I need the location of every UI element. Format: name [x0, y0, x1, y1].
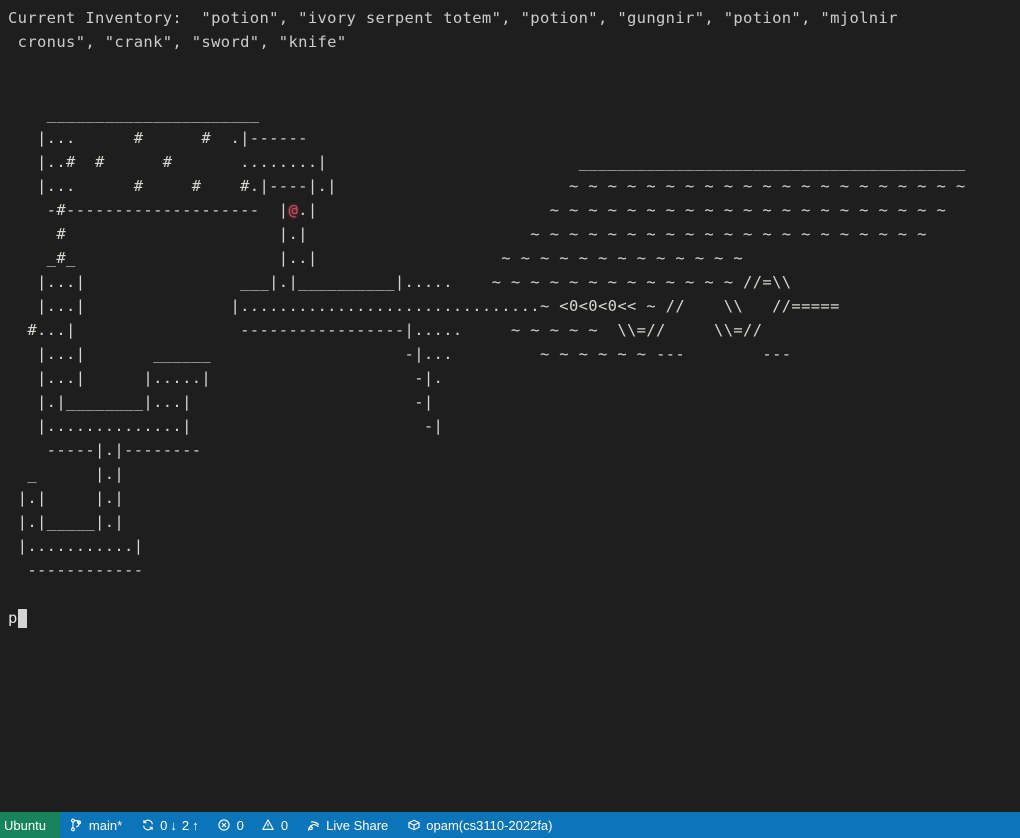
sync-up-group: 2 ↑ [182, 818, 199, 833]
map-row: |...| |...............................~ … [8, 297, 840, 315]
map-row: |...| ______ -|... ~ ~ ~ ~ ~ ~ --- --- [8, 345, 792, 363]
terminal-panel[interactable]: Current Inventory: "potion", "ivory serp… [0, 0, 1020, 812]
status-opam-switch[interactable]: opam(cs3110-2022fa) [397, 812, 561, 838]
inventory-line-1: Current Inventory: "potion", "ivory serp… [8, 9, 898, 27]
package-box-icon [406, 818, 421, 833]
map-row: # |.| ~ ~ ~ ~ ~ ~ ~ ~ ~ ~ ~ ~ ~ ~ ~ ~ ~ … [8, 225, 927, 243]
command-prompt[interactable]: p [8, 606, 1020, 630]
map-row: |...| |.....| -|. [8, 369, 444, 387]
status-sync[interactable]: 0 ↓ 2 ↑ [131, 812, 207, 838]
sync-down-count: 0 [160, 817, 168, 833]
player-glyph: @ [288, 201, 299, 219]
status-branch[interactable]: main* [60, 812, 131, 838]
sync-up-arrow-icon: ↑ [192, 817, 199, 833]
map-row: #...| -----------------|..... ~ ~ ~ ~ ~ … [8, 321, 763, 339]
opam-label: opam(cs3110-2022fa) [426, 817, 553, 833]
map-row: -----|.|-------- [8, 441, 202, 459]
map-row: |..............| -| [8, 417, 444, 435]
sync-refresh-icon [140, 818, 155, 833]
map-row: |.| |.| [8, 489, 125, 507]
ascii-map: ______________________ |... # # .|------… [8, 102, 1020, 582]
remote-label: Ubuntu [4, 817, 46, 833]
map-row: ______________________ [8, 105, 260, 123]
live-share-broadcast-icon [306, 818, 321, 833]
sync-up-count: 2 [181, 817, 190, 833]
sync-down-arrow-icon: ↓ [170, 817, 177, 833]
map-row: -#-------------------- |@.| ~ ~ ~ ~ ~ ~ … [8, 201, 947, 219]
sync-down-group: 0 ↓ [160, 818, 177, 833]
map-row: |..# # # ........| _____________________… [8, 153, 966, 171]
error-circle-icon [217, 818, 232, 833]
branch-label: main* [88, 817, 123, 833]
status-remote-host[interactable]: Ubuntu [0, 812, 60, 838]
status-problems[interactable]: 0 0 [208, 812, 297, 838]
inventory-output: Current Inventory: "potion", "ivory serp… [8, 6, 1020, 54]
map-row: |.|_____|.| [8, 513, 125, 531]
map-row: |...| ___|.|__________|..... ~ ~ ~ ~ ~ ~… [8, 273, 792, 291]
map-row: |... # # .|------ [8, 129, 308, 147]
map-row: |...........| [8, 537, 144, 555]
warning-triangle-icon [261, 818, 276, 833]
status-live-share[interactable]: Live Share [297, 812, 397, 838]
map-row: ------------ [8, 561, 144, 579]
map-row: _#_ |..| ~ ~ ~ ~ ~ ~ ~ ~ ~ ~ ~ ~ ~ [8, 249, 744, 267]
warnings-count: 0 [280, 817, 289, 833]
map-row: _ |.| [8, 465, 125, 483]
live-share-label: Live Share [326, 817, 389, 833]
errors-count: 0 [236, 817, 244, 833]
status-bar: Ubuntu main* 0 ↓ 2 ↑ 0 0 Live Share opam… [0, 812, 1020, 838]
map-row: |.|________|...| -| [8, 393, 434, 411]
map-row: |... # # #.|----|.| ~ ~ ~ ~ ~ ~ ~ ~ ~ ~ … [8, 177, 966, 195]
prompt-text: p [8, 609, 18, 627]
source-control-branch-icon [69, 818, 84, 833]
inventory-line-2: cronus", "crank", "sword", "knife" [8, 33, 347, 51]
text-cursor [17, 608, 27, 628]
